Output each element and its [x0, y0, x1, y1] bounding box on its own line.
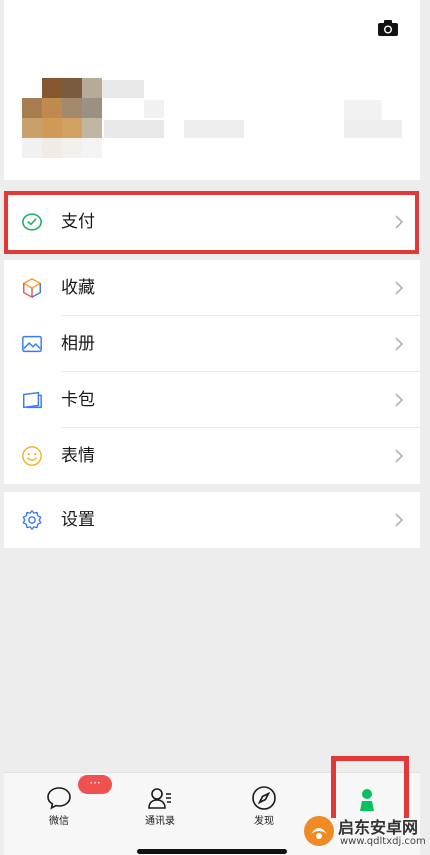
chevron-right-icon	[395, 281, 404, 295]
menu-item-favorites[interactable]: 收藏	[4, 260, 420, 316]
sticker-smile-icon	[22, 446, 42, 466]
settings-group: 设置	[4, 492, 420, 548]
contacts-icon	[148, 788, 171, 809]
me-tab-highlight-box	[331, 756, 409, 818]
menu-item-settings[interactable]: 设置	[4, 492, 420, 548]
nickname-blur	[102, 80, 144, 98]
menu-item-label: 表情	[61, 446, 95, 466]
avatar-tile	[62, 118, 82, 138]
tab-chats[interactable]: ··· 微信	[19, 773, 112, 837]
site-watermark: 启东安卓网 www.qdltxdj.com	[300, 812, 430, 854]
avatar-tile	[42, 98, 62, 118]
tab-label: 微信	[49, 816, 69, 827]
profile-header[interactable]	[4, 0, 420, 180]
menu-item-stickers[interactable]: 表情	[4, 428, 420, 484]
compass-icon	[252, 786, 276, 810]
chevron-right-icon	[395, 449, 404, 463]
chat-bubble-icon	[47, 787, 71, 810]
menu-item-label: 收藏	[61, 278, 95, 298]
tab-label: 通讯录	[145, 816, 175, 827]
status-blur	[344, 100, 382, 120]
camera-icon[interactable]	[377, 19, 399, 37]
home-indicator	[137, 849, 287, 854]
me-screen: 支付 收藏 相册 卡包 表情 设置	[4, 0, 420, 854]
card-wallet-icon	[23, 391, 42, 409]
avatar-tile	[22, 118, 42, 138]
tab-label: 发现	[254, 816, 274, 827]
nickname-blur	[144, 100, 164, 118]
avatar-tile	[22, 78, 42, 98]
watermark-logo-icon	[304, 816, 334, 846]
wechat-id-blur	[104, 120, 164, 138]
menu-item-label: 卡包	[61, 390, 95, 410]
avatar-tile	[42, 118, 62, 138]
avatar-tile	[62, 98, 82, 118]
album-photo-icon	[22, 335, 42, 353]
avatar-tile	[82, 138, 102, 158]
chevron-right-icon	[395, 337, 404, 351]
unread-badge: ···	[78, 775, 112, 794]
avatar-tile	[62, 78, 82, 98]
chevron-right-icon	[395, 513, 404, 527]
watermark-title: 启东安卓网	[338, 818, 419, 837]
avatar-tile	[82, 98, 102, 118]
avatar-tile	[42, 138, 62, 158]
menu-item-album[interactable]: 相册	[4, 316, 420, 372]
menu-item-label: 相册	[61, 334, 95, 354]
settings-gear-icon	[22, 510, 42, 530]
avatar-tile	[22, 98, 42, 118]
avatar-tile	[62, 138, 82, 158]
favorites-cube-icon	[22, 277, 42, 299]
status-blur	[344, 120, 402, 138]
watermark-url: www.qdltxdj.com	[340, 836, 426, 847]
avatar-tile	[22, 138, 42, 158]
pay-highlight-box	[4, 191, 419, 254]
tab-contacts[interactable]: 通讯录	[120, 773, 200, 837]
menu-item-label: 设置	[61, 510, 95, 530]
avatar-tile	[42, 78, 62, 98]
avatar-tile	[82, 78, 102, 98]
avatar-tile	[82, 118, 102, 138]
chevron-right-icon	[395, 393, 404, 407]
tab-discover[interactable]: 发现	[224, 773, 304, 837]
wechat-id-blur	[184, 120, 244, 138]
features-group: 收藏 相册 卡包 表情	[4, 260, 420, 484]
menu-item-cards[interactable]: 卡包	[4, 372, 420, 428]
avatar[interactable]	[22, 78, 102, 160]
